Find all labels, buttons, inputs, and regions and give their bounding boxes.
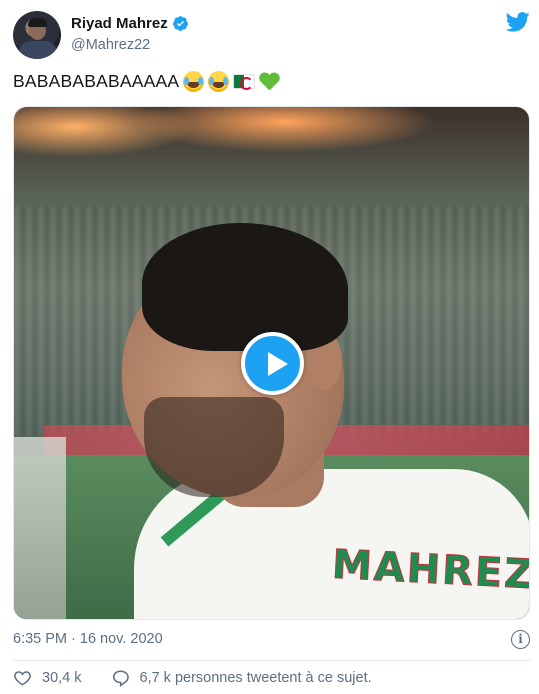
video-background-player — [14, 437, 66, 619]
avatar-shirt — [19, 41, 57, 59]
twitter-bird-icon[interactable] — [505, 12, 530, 32]
green-heart-emoji-icon — [259, 72, 280, 91]
author-name-row[interactable]: Riyad Mahrez — [71, 15, 189, 32]
like-count: 30,4 k — [42, 670, 82, 686]
like-button[interactable]: 30,4 k — [13, 669, 82, 687]
video-player-beard — [144, 397, 284, 497]
play-button[interactable] — [241, 332, 304, 395]
heart-icon — [13, 669, 32, 687]
reply-bubble-icon — [111, 669, 130, 688]
avatar[interactable] — [13, 11, 61, 59]
laughing-tears-emoji-icon — [208, 71, 230, 92]
author-display-name[interactable]: Riyad Mahrez — [71, 15, 168, 32]
laughing-tears-emoji-icon — [183, 71, 205, 92]
algeria-flag-emoji-icon — [233, 74, 256, 90]
play-icon — [268, 352, 288, 376]
info-icon[interactable]: i — [511, 630, 530, 649]
video-player-hair — [142, 223, 348, 351]
tweet-timestamp[interactable]: 6:35 PM · 16 nov. 2020 — [13, 631, 163, 647]
tweet-text: BABABABABAAAAA — [13, 71, 280, 92]
verified-badge-icon — [172, 15, 189, 32]
tweet-video[interactable]: MAHREZ — [13, 106, 530, 620]
avatar-hair — [28, 18, 47, 27]
conversation-link[interactable]: 6,7 k personnes tweetent à ce sujet. — [111, 669, 372, 688]
author-handle[interactable]: @Mahrez22 — [71, 37, 150, 53]
tweet-card: Riyad Mahrez @Mahrez22 BABABABABAAAAA MA… — [0, 0, 539, 694]
conversation-count-text: 6,7 k personnes tweetent à ce sujet. — [139, 670, 372, 686]
tweet-actions: 30,4 k 6,7 k personnes tweetent à ce suj… — [13, 669, 372, 688]
footer-divider — [13, 660, 530, 661]
tweet-text-content: BABABABABAAAAA — [13, 71, 180, 91]
